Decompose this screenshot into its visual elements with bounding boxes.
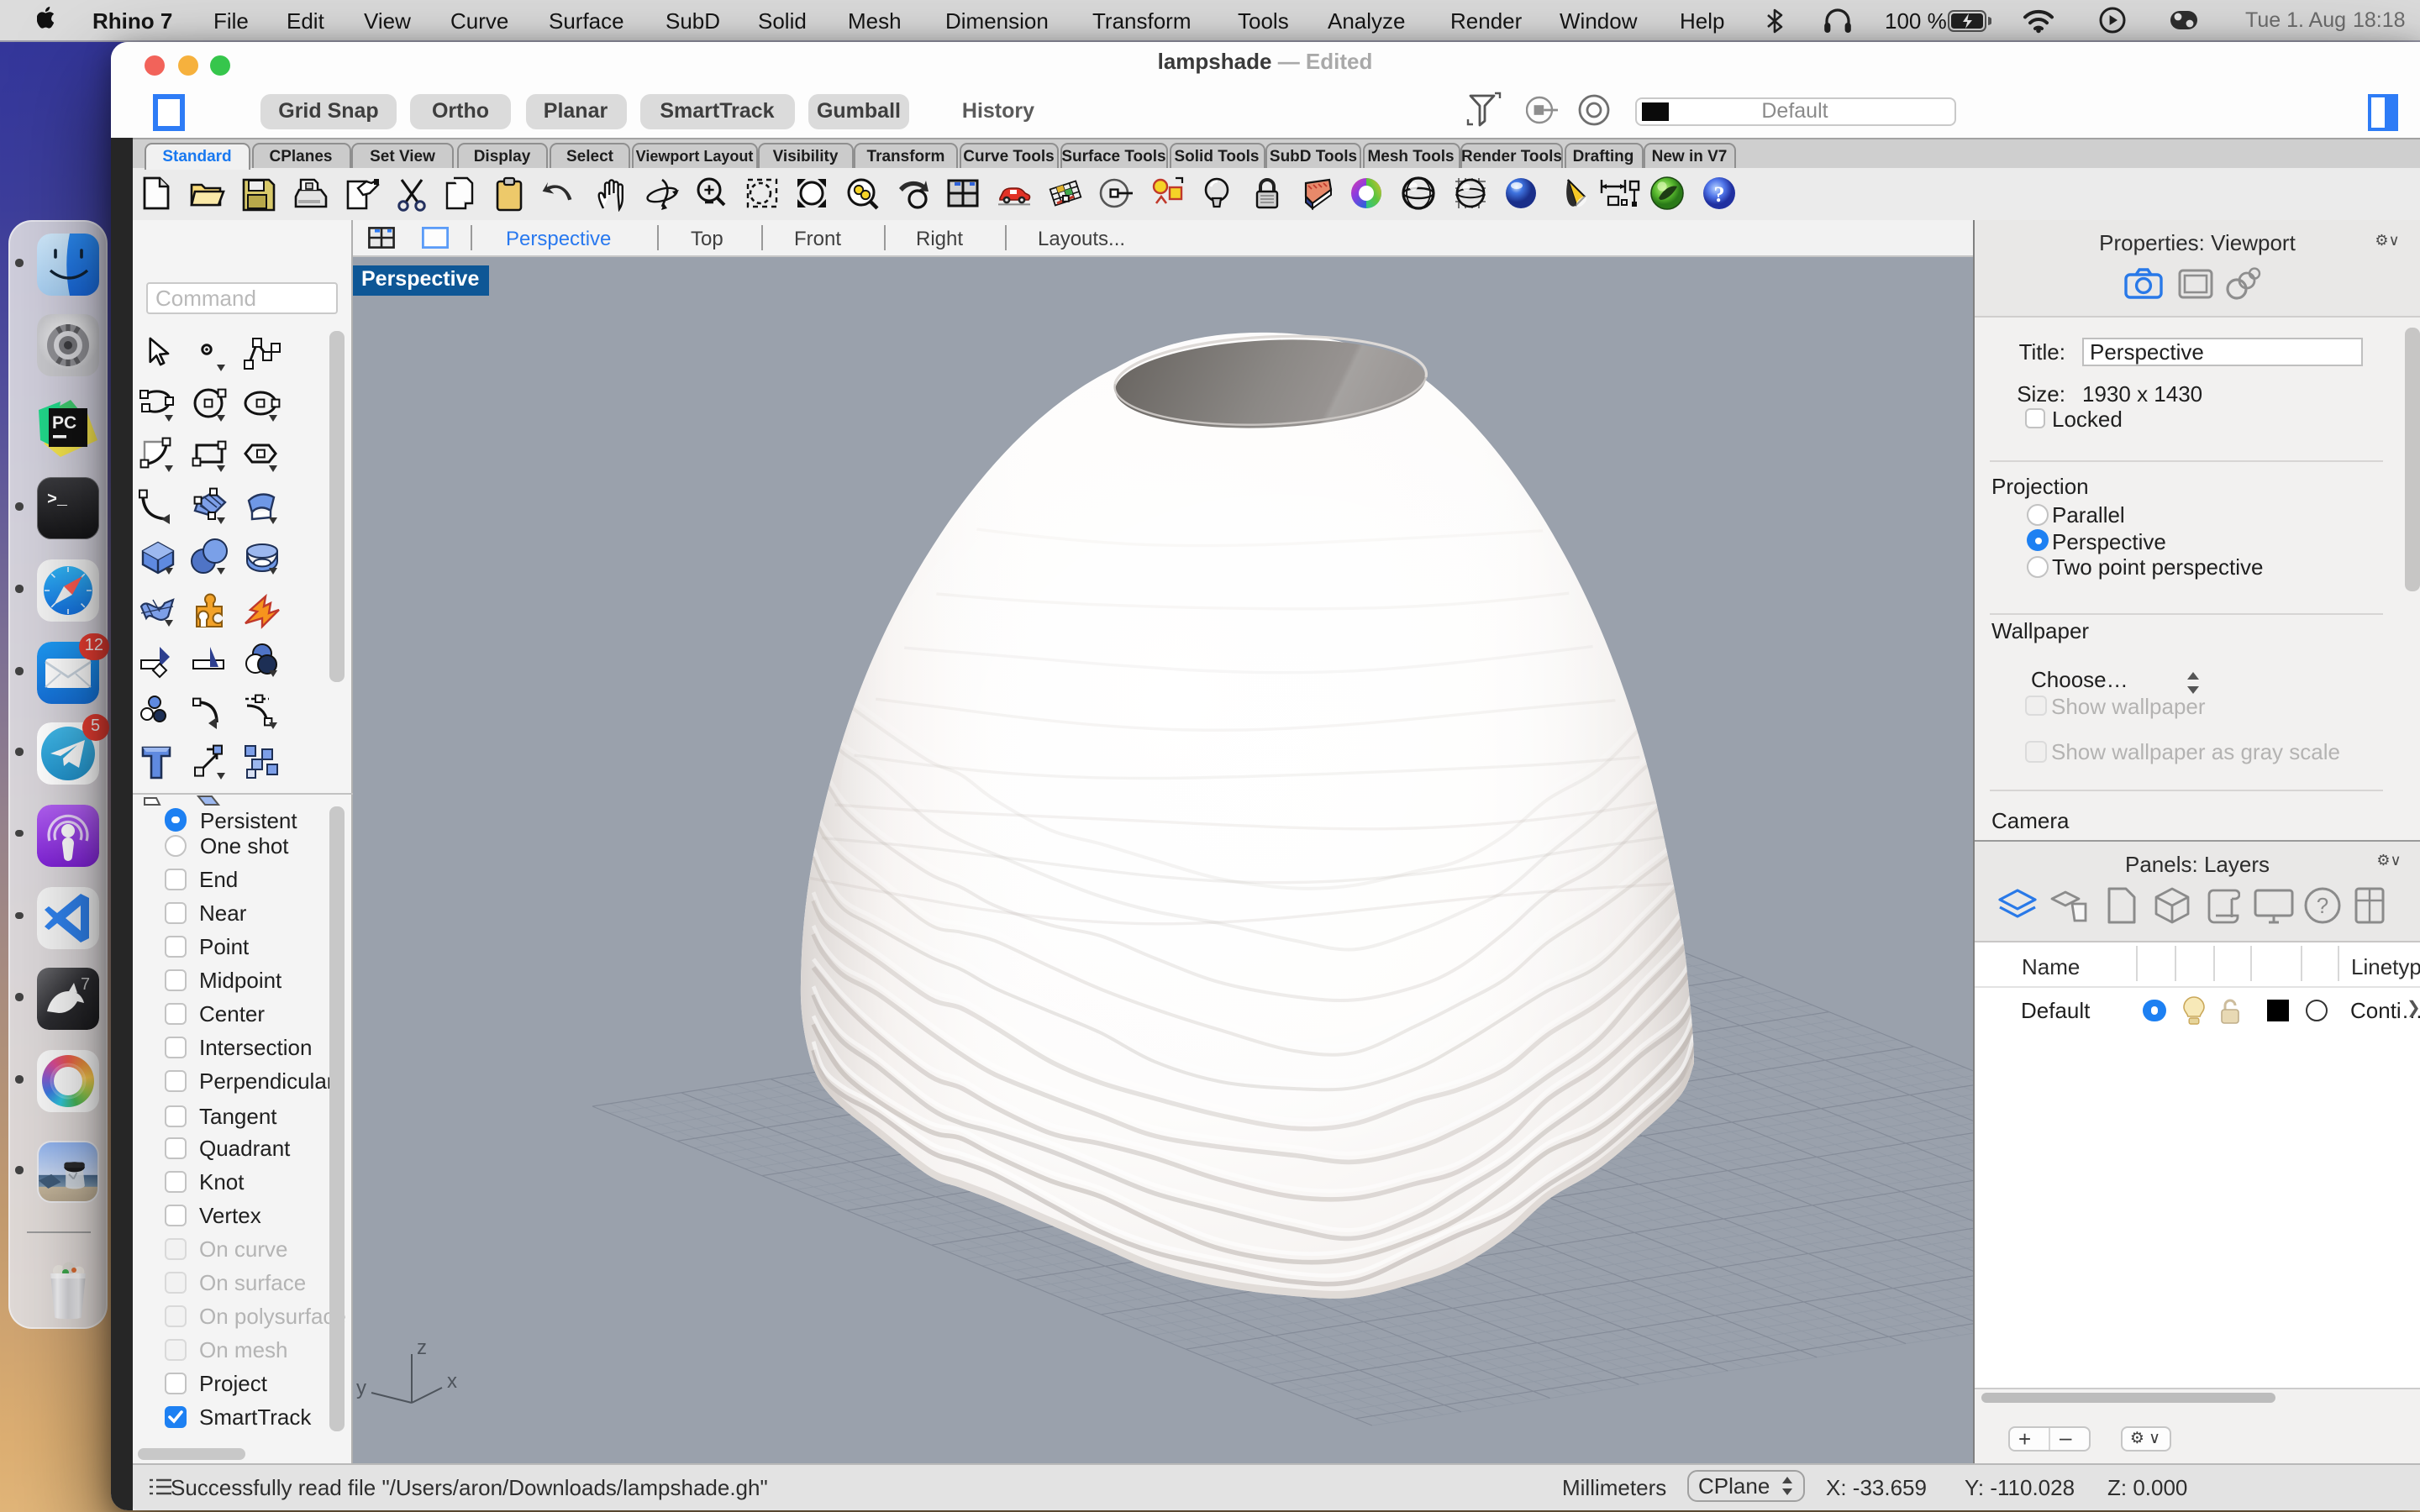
svg-text:>_: >_ [46, 491, 67, 510]
svg-text:x: x [447, 1370, 457, 1393]
svg-text:?: ? [2317, 893, 2328, 918]
svg-text:PC: PC [51, 412, 76, 432]
svg-text:7: 7 [80, 975, 89, 994]
svg-text:y: y [356, 1377, 366, 1399]
svg-text:z: z [417, 1336, 427, 1359]
svg-text:?: ? [1713, 182, 1724, 207]
